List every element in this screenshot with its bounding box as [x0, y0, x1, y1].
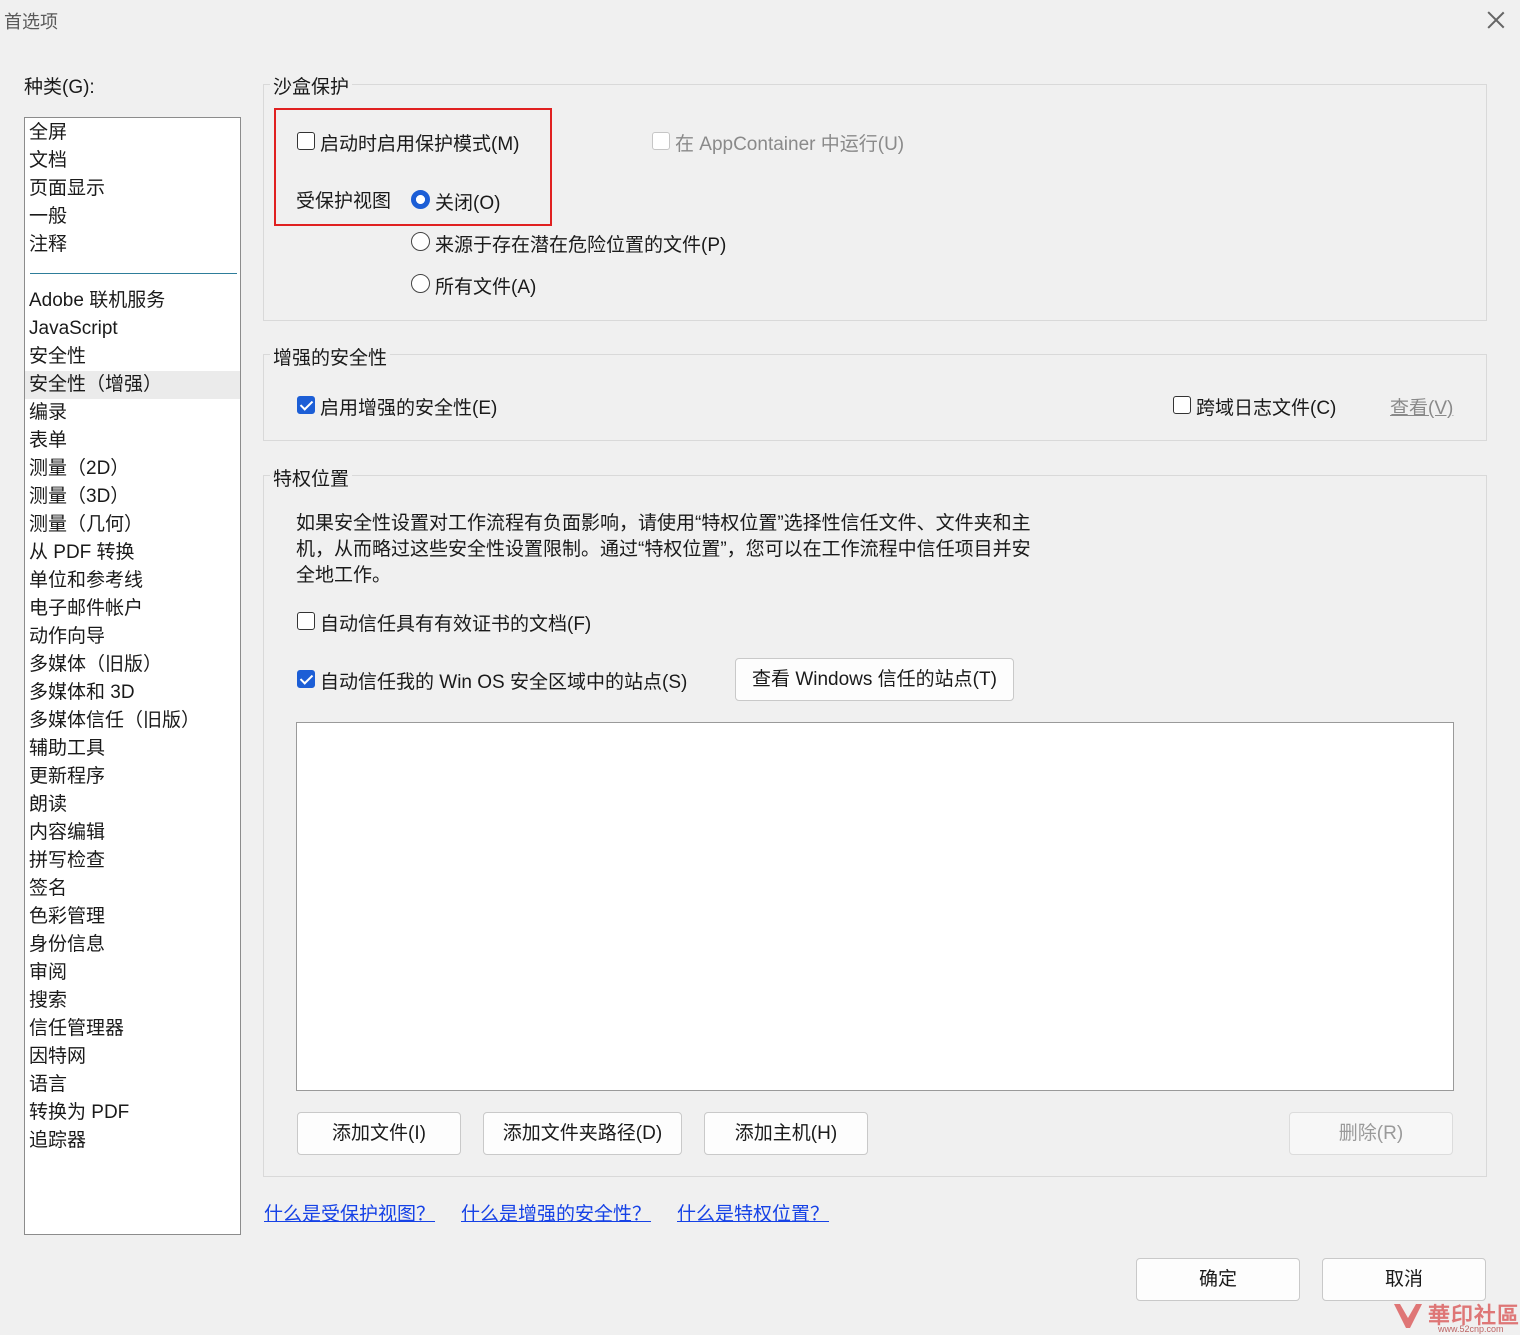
- cancel-button[interactable]: 取消: [1322, 1258, 1486, 1301]
- category-item[interactable]: 测量（2D）: [25, 455, 240, 483]
- category-item[interactable]: 更新程序: [25, 763, 240, 791]
- window-title: 首选项: [4, 12, 58, 32]
- category-item[interactable]: 审阅: [25, 959, 240, 987]
- category-item[interactable]: 测量（几何）: [25, 511, 240, 539]
- link-privileged-locations[interactable]: 什么是特权位置？: [677, 1199, 829, 1226]
- category-item[interactable]: 多媒体和 3D: [25, 679, 240, 707]
- category-item[interactable]: 身份信息: [25, 931, 240, 959]
- protected-mode-label: 启动时启用保护模式(M): [320, 134, 520, 155]
- add-folder-path-button[interactable]: 添加文件夹路径(D): [483, 1112, 682, 1155]
- category-item[interactable]: Adobe 联机服务: [25, 287, 240, 315]
- cross-domain-log-label: 跨域日志文件(C): [1196, 398, 1337, 419]
- category-item[interactable]: 动作向导: [25, 623, 240, 651]
- radio-potentially-unsafe[interactable]: [411, 232, 430, 251]
- category-item[interactable]: 信任管理器: [25, 1015, 240, 1043]
- category-item[interactable]: 页面显示: [25, 175, 240, 203]
- protected-view-label: 受保护视图: [296, 191, 392, 212]
- category-item[interactable]: 全屏: [25, 119, 240, 147]
- privileged-description: 如果安全性设置对工作流程有负面影响，请使用“特权位置”选择性信任文件、文件夹和主…: [296, 513, 1031, 586]
- delete-button[interactable]: 删除(R): [1289, 1112, 1453, 1155]
- view-windows-trusted-sites-button[interactable]: 查看 Windows 信任的站点(T): [735, 658, 1014, 701]
- category-item[interactable]: 追踪器: [25, 1127, 240, 1155]
- appcontainer-checkbox[interactable]: [652, 132, 670, 150]
- trusted-locations-list[interactable]: [296, 722, 1454, 1091]
- auto-trust-winos-label: 自动信任我的 Win OS 安全区域中的站点(S): [320, 672, 688, 693]
- add-host-button[interactable]: 添加主机(H): [704, 1112, 868, 1155]
- cross-domain-log-checkbox[interactable]: [1173, 396, 1191, 414]
- ok-button[interactable]: 确定: [1136, 1258, 1300, 1301]
- category-item[interactable]: 签名: [25, 875, 240, 903]
- radio-off-label: 关闭(O): [435, 193, 501, 214]
- category-item[interactable]: 从 PDF 转换: [25, 539, 240, 567]
- category-item[interactable]: 多媒体信任（旧版）: [25, 707, 240, 735]
- category-separator: [30, 273, 237, 274]
- radio-off[interactable]: [411, 190, 430, 209]
- appcontainer-label: 在 AppContainer 中运行(U): [675, 134, 905, 155]
- category-item[interactable]: 辅助工具: [25, 735, 240, 763]
- category-item[interactable]: 内容编辑: [25, 819, 240, 847]
- enable-enhanced-security-checkbox[interactable]: [297, 396, 315, 414]
- category-item[interactable]: 电子邮件帐户: [25, 595, 240, 623]
- category-item[interactable]: JavaScript: [25, 315, 240, 343]
- category-item[interactable]: 转换为 PDF: [25, 1099, 240, 1127]
- category-item[interactable]: 注释: [25, 231, 240, 259]
- auto-trust-winos-checkbox[interactable]: [297, 670, 315, 688]
- category-item[interactable]: 因特网: [25, 1043, 240, 1071]
- watermark: 華印社區 www.52cnp.com: [1390, 1296, 1520, 1335]
- category-item[interactable]: 多媒体（旧版）: [25, 651, 240, 679]
- auto-trust-certified-label: 自动信任具有有效证书的文档(F): [320, 614, 592, 635]
- category-item[interactable]: 色彩管理: [25, 903, 240, 931]
- link-enhanced-security[interactable]: 什么是增强的安全性？: [461, 1199, 651, 1226]
- category-item[interactable]: 一般: [25, 203, 240, 231]
- link-protected-view[interactable]: 什么是受保护视图？: [264, 1199, 435, 1226]
- sandbox-title: 沙盒保护: [270, 72, 353, 99]
- radio-all-files-label: 所有文件(A): [435, 277, 537, 298]
- enhanced-security-title: 增强的安全性: [270, 343, 391, 370]
- watermark-url: www.52cnp.com: [1438, 1324, 1504, 1334]
- category-item[interactable]: 安全性: [25, 343, 240, 371]
- category-item[interactable]: 编录: [25, 399, 240, 427]
- enable-enhanced-security-label: 启用增强的安全性(E): [320, 398, 498, 419]
- protected-mode-checkbox[interactable]: [297, 132, 315, 150]
- radio-potentially-unsafe-label: 来源于存在潜在危险位置的文件(P): [435, 235, 727, 256]
- category-list[interactable]: 全屏 文档 页面显示 一般 注释 Adobe 联机服务 JavaScript 安全性 安全性（增…: [24, 117, 241, 1235]
- view-log-link[interactable]: 查看(V): [1390, 393, 1453, 420]
- category-label: 种类(G):: [24, 77, 95, 98]
- watermark-logo-icon: [1394, 1304, 1422, 1328]
- radio-all-files[interactable]: [411, 274, 430, 293]
- privileged-locations-title: 特权位置: [270, 464, 353, 491]
- category-item[interactable]: 表单: [25, 427, 240, 455]
- category-item[interactable]: 单位和参考线: [25, 567, 240, 595]
- add-file-button[interactable]: 添加文件(I): [297, 1112, 461, 1155]
- category-item[interactable]: 语言: [25, 1071, 240, 1099]
- category-item[interactable]: 拼写检查: [25, 847, 240, 875]
- close-icon[interactable]: [1484, 8, 1508, 32]
- auto-trust-certified-checkbox[interactable]: [297, 612, 315, 630]
- category-item[interactable]: 安全性（增强）: [25, 371, 240, 399]
- category-item[interactable]: 朗读: [25, 791, 240, 819]
- category-item[interactable]: 文档: [25, 147, 240, 175]
- category-item[interactable]: 搜索: [25, 987, 240, 1015]
- category-item[interactable]: 测量（3D）: [25, 483, 240, 511]
